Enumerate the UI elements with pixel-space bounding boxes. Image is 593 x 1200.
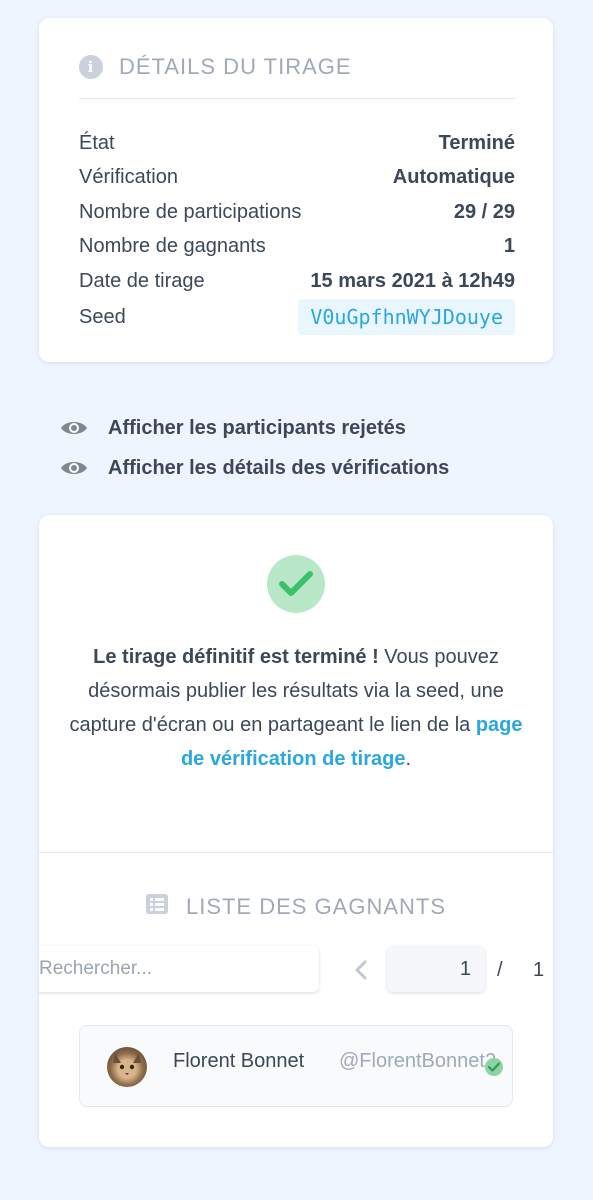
- toggle-label: Afficher les participants rejetés: [108, 416, 406, 439]
- message-bold: Le tirage définitif est terminé !: [93, 646, 379, 668]
- winner-handle: @FlorentBonnet2: [339, 1050, 497, 1072]
- detail-row-winners-count: Nombre de gagnants 1: [79, 229, 515, 263]
- toggle-verification-details[interactable]: Afficher les détails des vérifications: [60, 451, 449, 485]
- verified-check-icon: [485, 1058, 503, 1076]
- check-icon: [267, 555, 325, 613]
- winners-header: LISTE DES GAGNANTS: [39, 890, 553, 924]
- detail-row-date: Date de tirage 15 mars 2021 à 12h49: [79, 264, 515, 298]
- divider: [79, 98, 515, 99]
- winners-title: LISTE DES GAGNANTS: [185, 894, 447, 919]
- divider: [39, 852, 553, 853]
- completion-message: Le tirage définitif est terminé ! Vous p…: [69, 640, 523, 776]
- eye-icon: [60, 459, 88, 477]
- detail-value: Terminé: [438, 131, 515, 154]
- detail-label: Seed: [79, 305, 126, 328]
- detail-label: Date de tirage: [79, 269, 205, 292]
- detail-value: 1: [503, 234, 515, 257]
- toggle-label: Afficher les détails des vérifications: [108, 456, 450, 479]
- seed-code[interactable]: V0uGpfhnWYJDouye: [298, 299, 515, 335]
- message-end: .: [405, 748, 412, 770]
- detail-value: Automatique: [392, 165, 515, 188]
- detail-row-verification: Vérification Automatique: [79, 160, 515, 194]
- avatar: [107, 1047, 147, 1087]
- details-title: DÉTAILS DU TIRAGE: [119, 54, 352, 79]
- detail-label: État: [79, 131, 115, 154]
- info-icon: i: [79, 55, 103, 79]
- page-total: 1: [533, 959, 545, 981]
- detail-label: Nombre de gagnants: [79, 234, 266, 257]
- winner-item[interactable]: Florent Bonnet @FlorentBonnet2: [79, 1025, 513, 1107]
- detail-row-participations: Nombre de participations 29 / 29: [79, 195, 515, 229]
- detail-label: Vérification: [79, 165, 178, 188]
- page-number-input[interactable]: [387, 946, 485, 992]
- previous-page-button[interactable]: [349, 953, 373, 987]
- detail-label: Nombre de participations: [79, 200, 302, 223]
- detail-value: 29 / 29: [453, 200, 515, 223]
- detail-value: 15 mars 2021 à 12h49: [310, 269, 515, 292]
- detail-row-state: État Terminé: [79, 126, 515, 160]
- winner-name: Florent Bonnet: [173, 1050, 305, 1072]
- eye-icon: [60, 419, 88, 437]
- details-header: i DÉTAILS DU TIRAGE: [79, 52, 515, 82]
- draw-result-card: Le tirage définitif est terminé ! Vous p…: [39, 515, 553, 1147]
- toggle-rejected-participants[interactable]: Afficher les participants rejetés: [60, 411, 406, 445]
- draw-details-card: i DÉTAILS DU TIRAGE État Terminé Vérific…: [39, 18, 553, 362]
- detail-row-seed: Seed V0uGpfhnWYJDouye: [79, 299, 515, 335]
- search-input[interactable]: [39, 946, 319, 992]
- list-icon: [145, 894, 168, 920]
- page-separator: /: [497, 959, 503, 981]
